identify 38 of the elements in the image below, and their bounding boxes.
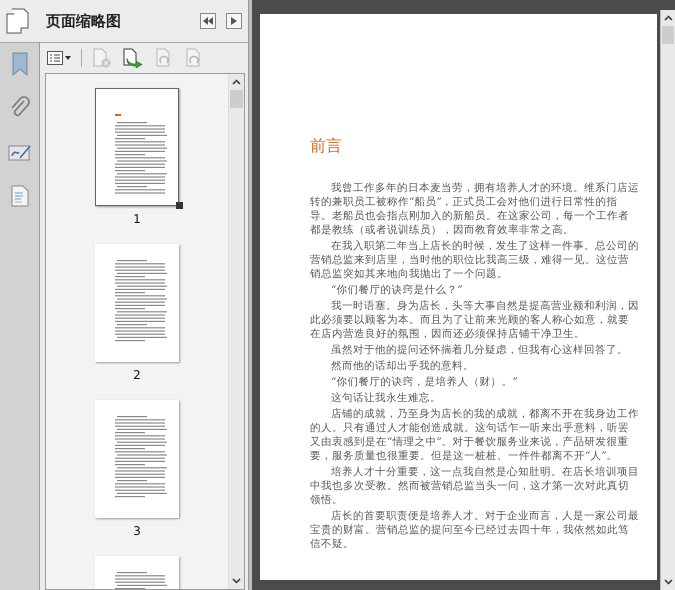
document-heading: 前言 xyxy=(310,136,343,157)
scroll-thumb[interactable] xyxy=(662,26,674,44)
paragraph: “你们餐厅的诀窍，是培养人（财）。” xyxy=(330,375,519,389)
insert-page-icon xyxy=(122,48,144,68)
toolbar-button[interactable] xyxy=(122,48,144,68)
paragraph: 店长的首要职责便是培养人才。对于企业而言，人是一家公司最宝贵的财富。营销总监的提问至今已经过去四十年，我依然如此笃信不疑。 xyxy=(310,509,639,551)
page-number: 1 xyxy=(133,212,141,226)
scroll-up-icon xyxy=(664,15,672,21)
paragraph: 然而他的话却出乎我的意料。 xyxy=(330,359,475,373)
paragraph: 培养人才十分重要，这一点我自然是心知肚明。在店长培训项目中我也多次受教。然而被营销总监当头一问，这才第一次对此真切领悟。 xyxy=(310,465,639,507)
panel-title: 页面缩略图 xyxy=(44,12,122,30)
collapse-button[interactable] xyxy=(200,13,216,29)
paragraph: 我曾工作多年的日本麦当劳，拥有培养人才的环境。维系门店运转的兼职员工被称作“船员”，正式员工会对他们进行日常性的指导。老船员也会指点刚加入的新船员。在这家公司，每一个工作者都是教练（或者说训练员），因而教育效率非常之高。 xyxy=(310,181,639,237)
caret-icon xyxy=(65,56,71,60)
document-icon xyxy=(10,185,28,207)
list-options-icon xyxy=(47,51,63,65)
toolbar-button[interactable] xyxy=(47,51,71,65)
paragraph: 这句话让我永生难忘。 xyxy=(330,391,442,405)
page-thumbnail[interactable] xyxy=(95,400,179,518)
paragraph: 虽然对于他的提问还怀揣着几分疑虑，但我有心这样回答了。 xyxy=(330,343,629,357)
double-left-icon xyxy=(203,17,213,25)
expand-button[interactable] xyxy=(226,13,242,29)
scroll-down-icon xyxy=(232,578,241,584)
pages-icon[interactable] xyxy=(6,8,30,34)
paragraph: “你们餐厅的诀窍是什么？” xyxy=(330,283,464,297)
resize-handle[interactable] xyxy=(176,202,183,209)
paragraph: 在我入职第二年当上店长的时候，发生了这样一件事。总公司的营销总监来到店里，当时他的职位比我高三级，难得一见。这位营销总监突如其来地向我抛出了一个问题。 xyxy=(310,239,639,281)
paragraph: 店铺的成就，乃至身为店长的我的成就，都离不开在我身边工作的人。只有通过人才能创造成就。这句话乍一听来出乎意料，听罢又由衷感到是在“情理之中”。对于餐饮服务业来说，产品研发很重要，服务质量也很重要。但是这一桩桩、一件件都离不开“人”。 xyxy=(310,407,639,463)
right-arrow-icon xyxy=(231,17,237,25)
page-number: 2 xyxy=(133,368,141,382)
scroll-thumb[interactable] xyxy=(230,90,243,108)
scroll-up-icon xyxy=(232,79,241,85)
scroll-down-icon xyxy=(664,579,672,585)
paragraph: 我一时语塞。身为店长，头等大事自然是提高营业额和利润，因此必须要以顾客为本。而且为了让前来光顾的客人称心如意，就要在店内营造良好的氛围，因而还必须保持店铺干净卫生。 xyxy=(310,299,639,341)
delete-page-icon xyxy=(92,48,112,68)
page-number: 3 xyxy=(133,524,141,538)
page-thumbnail[interactable] xyxy=(95,244,179,362)
bookmark-icon xyxy=(10,52,28,76)
